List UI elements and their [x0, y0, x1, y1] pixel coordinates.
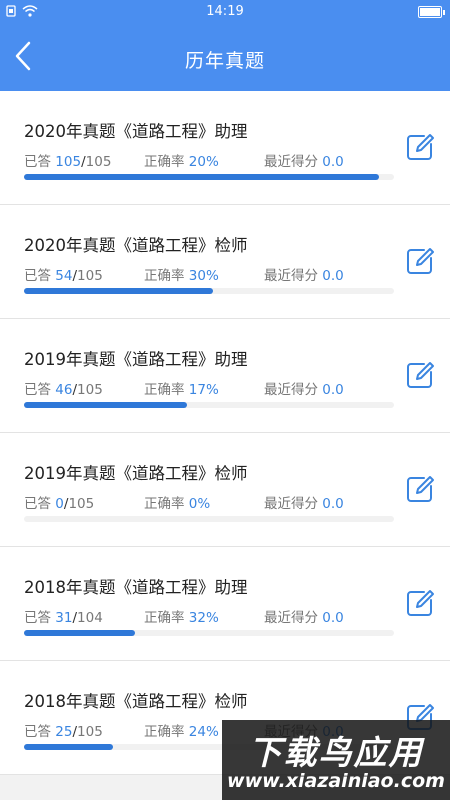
answered-label: 已答: [24, 724, 51, 740]
exam-title: 2020年真题《道路工程》助理: [24, 122, 248, 141]
answered-label: 已答: [24, 610, 51, 626]
score-label: 最近得分: [264, 496, 318, 512]
watermark: 下载鸟应用 www.xiazainiao.com: [222, 720, 450, 800]
exam-list-item[interactable]: 2020年真题《道路工程》检师 已答 54/105 正确率 30% 最近得分 0.0: [0, 205, 450, 319]
status-bar: 14:19: [0, 0, 450, 24]
edit-icon: [407, 476, 434, 502]
status-time: 14:19: [206, 4, 244, 19]
score-value: 0.0: [322, 610, 344, 626]
score-stat: 最近得分 0.0: [264, 150, 344, 170]
answered-count: 25: [55, 724, 73, 740]
total-count: 104: [77, 610, 103, 626]
score-label: 最近得分: [264, 382, 318, 398]
accuracy-label: 正确率: [144, 610, 185, 626]
total-count: 105: [68, 496, 95, 512]
score-stat: 最近得分 0.0: [264, 606, 344, 626]
answered-count: 105: [55, 154, 82, 170]
progress-fill: [24, 174, 380, 180]
total-count: 105: [77, 724, 103, 740]
answered-label: 已答: [24, 268, 51, 284]
exam-list-item[interactable]: 2020年真题《道路工程》助理 已答 105/105 正确率 20% 最近得分 0.0: [0, 91, 450, 205]
exam-list-item[interactable]: 2019年真题《道路工程》检师 已答 0/105 正确率 0% 最近得分 0.0: [0, 433, 450, 547]
accuracy-label: 正确率: [144, 154, 185, 170]
exam-list-item[interactable]: 2018年真题《道路工程》助理 已答 31/104 正确率 32% 最近得分 0.0: [0, 547, 450, 661]
answered-label: 已答: [24, 496, 51, 512]
start-practice-button[interactable]: [404, 473, 436, 505]
score-label: 最近得分: [264, 610, 318, 626]
score-value: 0.0: [322, 268, 344, 284]
accuracy-value: 0%: [188, 496, 211, 512]
score-value: 0.0: [322, 496, 344, 512]
accuracy-value: 20%: [188, 154, 219, 170]
edit-icon: [407, 590, 434, 616]
battery-icon: [418, 6, 445, 18]
progress-bar: [24, 516, 394, 522]
answered-count: 46: [55, 382, 73, 398]
total-count: 105: [85, 154, 112, 170]
app-header: 14:19 历年真题: [0, 0, 450, 91]
accuracy-stat: 正确率 17%: [144, 378, 219, 398]
score-stat: 最近得分 0.0: [264, 492, 344, 512]
answered-stat: 已答 0/105: [24, 492, 94, 512]
answered-label: 已答: [24, 382, 51, 398]
watermark-url: www.xiazainiao.com: [227, 770, 445, 792]
answered-count: 54: [55, 268, 73, 284]
start-practice-button[interactable]: [404, 131, 436, 163]
accuracy-label: 正确率: [144, 724, 185, 740]
exam-title: 2019年真题《道路工程》检师: [24, 464, 248, 483]
answered-count: 0: [55, 496, 64, 512]
answered-stat: 已答 54/105: [24, 264, 103, 284]
exam-title: 2018年真题《道路工程》检师: [24, 692, 248, 711]
total-count: 105: [77, 268, 103, 284]
accuracy-stat: 正确率 0%: [144, 492, 210, 512]
score-stat: 最近得分 0.0: [264, 378, 344, 398]
accuracy-value: 17%: [188, 382, 219, 398]
answered-stat: 已答 46/105: [24, 378, 103, 398]
edit-icon: [407, 134, 434, 160]
accuracy-label: 正确率: [144, 268, 185, 284]
progress-fill: [24, 288, 213, 294]
answered-stat: 已答 25/105: [24, 720, 103, 740]
score-label: 最近得分: [264, 154, 318, 170]
accuracy-label: 正确率: [144, 496, 185, 512]
answered-label: 已答: [24, 154, 51, 170]
edit-icon: [407, 362, 434, 388]
start-practice-button[interactable]: [404, 359, 436, 391]
score-value: 0.0: [322, 382, 344, 398]
progress-bar: [24, 630, 394, 636]
exam-list: 2020年真题《道路工程》助理 已答 105/105 正确率 20% 最近得分 0.0…: [0, 91, 450, 775]
start-practice-button[interactable]: [404, 587, 436, 619]
answered-stat: 已答 105/105: [24, 150, 111, 170]
accuracy-value: 24%: [188, 724, 219, 740]
accuracy-value: 30%: [188, 268, 219, 284]
progress-fill: [24, 744, 113, 750]
watermark-logo-text: 下载鸟应用: [248, 733, 424, 772]
accuracy-stat: 正确率 20%: [144, 150, 219, 170]
progress-bar: [24, 174, 394, 180]
edit-icon: [407, 248, 434, 274]
accuracy-stat: 正确率 30%: [144, 264, 219, 284]
score-stat: 最近得分 0.0: [264, 264, 344, 284]
exam-title: 2019年真题《道路工程》助理: [24, 350, 248, 369]
progress-bar: [24, 288, 394, 294]
exam-title: 2018年真题《道路工程》助理: [24, 578, 248, 597]
accuracy-stat: 正确率 24%: [144, 720, 219, 740]
answered-stat: 已答 31/104: [24, 606, 103, 626]
accuracy-stat: 正确率 32%: [144, 606, 219, 626]
accuracy-label: 正确率: [144, 382, 185, 398]
progress-fill: [24, 630, 135, 636]
answered-count: 31: [55, 610, 73, 626]
score-value: 0.0: [322, 154, 344, 170]
page-title: 历年真题: [184, 50, 265, 72]
progress-bar: [24, 402, 394, 408]
progress-fill: [24, 402, 187, 408]
score-label: 最近得分: [264, 268, 318, 284]
exam-title: 2020年真题《道路工程》检师: [24, 236, 248, 255]
accuracy-value: 32%: [188, 610, 219, 626]
total-count: 105: [77, 382, 103, 398]
exam-list-item[interactable]: 2019年真题《道路工程》助理 已答 46/105 正确率 17% 最近得分 0.0: [0, 319, 450, 433]
start-practice-button[interactable]: [404, 245, 436, 277]
